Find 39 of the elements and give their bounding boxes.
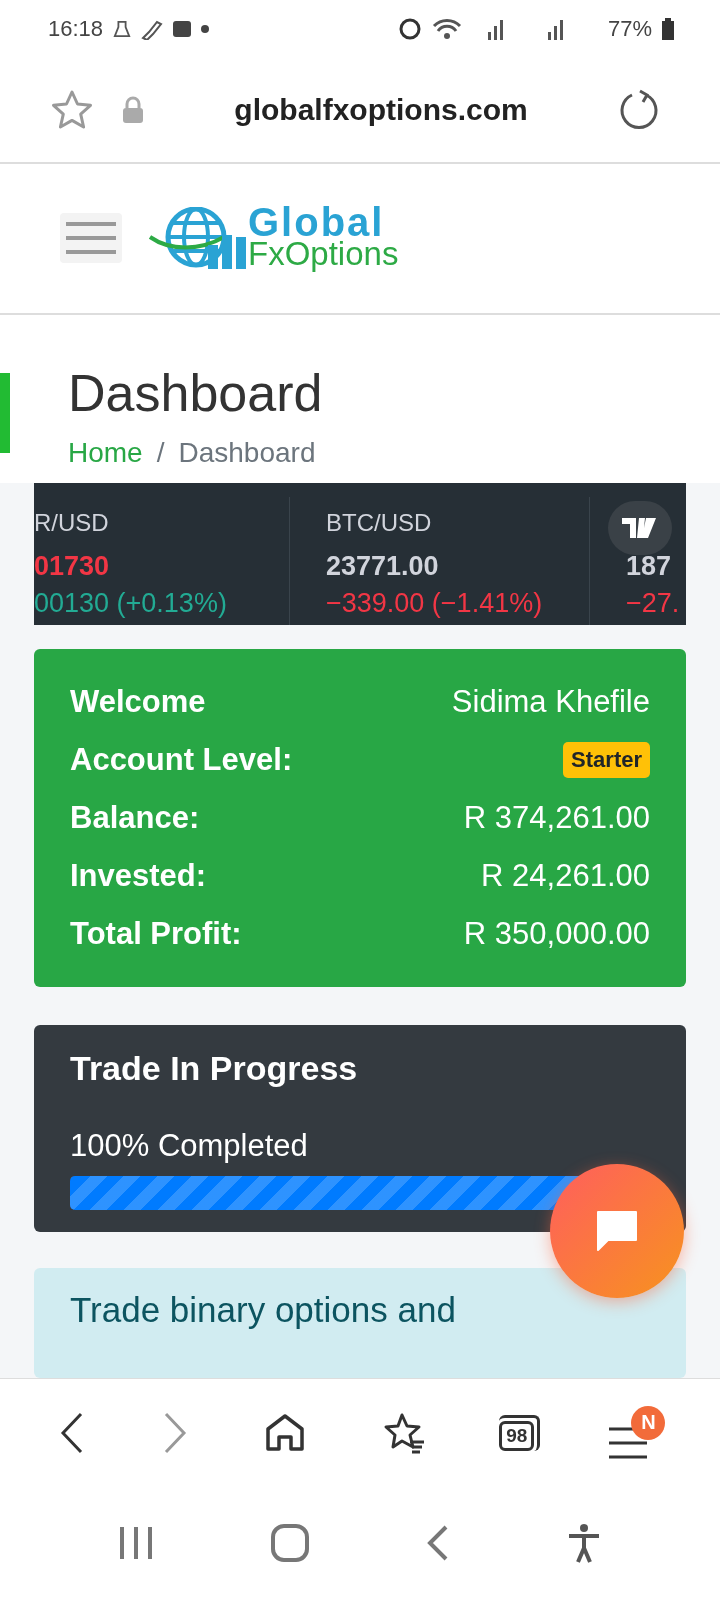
message-icon bbox=[173, 21, 192, 37]
reload-icon[interactable] bbox=[618, 89, 660, 131]
lock-icon bbox=[122, 96, 144, 124]
url-text[interactable]: globalfxoptions.com bbox=[144, 93, 618, 127]
field-label: Account Level: bbox=[70, 741, 293, 778]
amount-value: R 350,000.00 bbox=[463, 915, 650, 952]
star-icon[interactable] bbox=[50, 89, 94, 131]
notification-badge: N bbox=[631, 1405, 666, 1440]
logo-text: FxOptions bbox=[248, 238, 399, 271]
card-title: Trade In Progress bbox=[70, 1048, 359, 1088]
breadcrumb-current: Dashboard bbox=[178, 436, 316, 469]
progress-label: 100% Completed bbox=[70, 1127, 309, 1164]
battery-icon bbox=[662, 18, 674, 40]
ticker-change: 00130 (+0.13%) bbox=[34, 587, 228, 619]
field-label: Invested: bbox=[70, 857, 207, 894]
dot-icon bbox=[201, 25, 210, 33]
field-label: Welcome bbox=[70, 683, 206, 720]
status-time: 16:18 bbox=[48, 16, 104, 42]
field-label: Total Profit: bbox=[70, 915, 242, 952]
globe-icon bbox=[148, 207, 246, 270]
battery-level: 77% bbox=[607, 16, 652, 42]
ticker-symbol: BTC/USD bbox=[326, 508, 433, 538]
user-name: Sidima Khefile bbox=[451, 683, 650, 720]
amount-value: R 24,261.00 bbox=[481, 857, 650, 894]
info-text: Trade binary options and bbox=[70, 1289, 457, 1330]
breadcrumb-separator: / bbox=[156, 436, 165, 469]
logo-text: Global bbox=[248, 206, 385, 239]
page-title: Dashboard bbox=[68, 362, 324, 423]
ticker-change: −27. bbox=[626, 587, 681, 619]
ticker-price: 23771.00 bbox=[326, 550, 440, 582]
chat-bubble-icon bbox=[594, 1208, 640, 1254]
amount-value: R 374,261.00 bbox=[463, 799, 650, 836]
ticker-symbol: R/USD bbox=[34, 508, 110, 538]
ticker-price: 187 bbox=[626, 550, 673, 582]
level-badge: Starter bbox=[563, 741, 650, 778]
field-label: Balance: bbox=[70, 799, 200, 836]
menu-button[interactable] bbox=[60, 213, 122, 264]
ticker-change: −339.00 (−1.41%) bbox=[326, 587, 544, 619]
ticker-price: 01730 bbox=[34, 550, 111, 582]
